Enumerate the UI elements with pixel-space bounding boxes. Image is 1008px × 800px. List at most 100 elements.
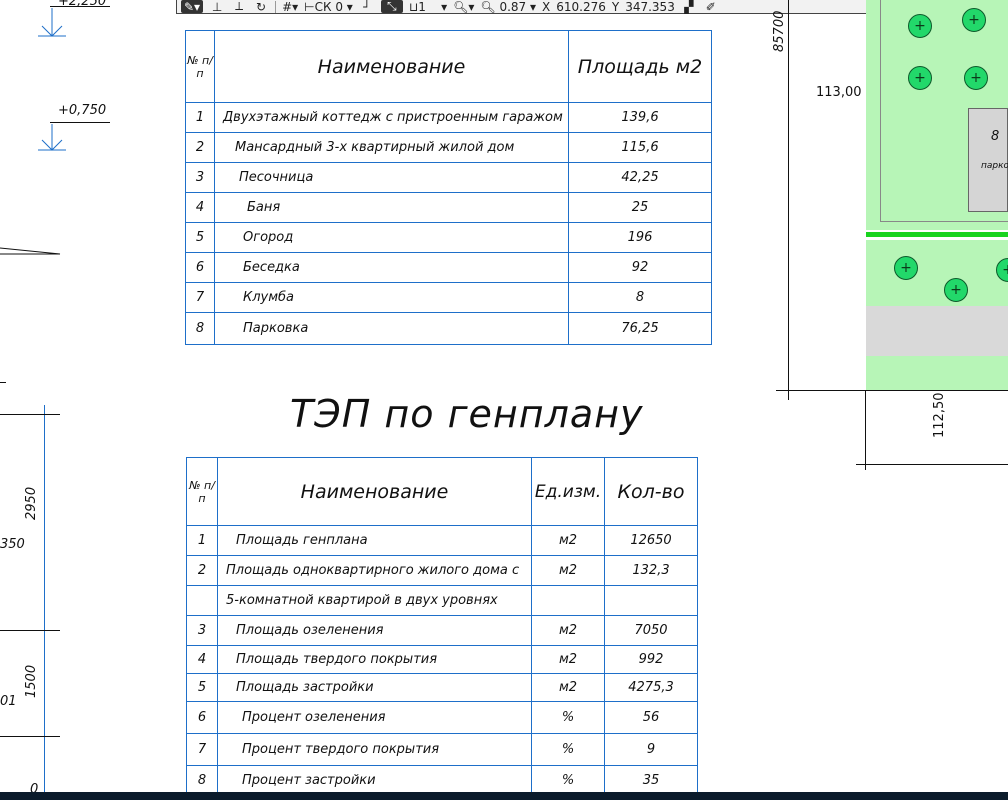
layer-icon: ⊔ — [408, 0, 419, 14]
zoom-window-icon[interactable]: 🔍︎▾ — [453, 0, 474, 14]
layer-select[interactable]: ⊔ 1 ▾ — [408, 0, 448, 14]
slope-triangle — [0, 247, 61, 255]
row-name: Баня — [214, 192, 569, 223]
building-number: 8 — [991, 129, 1000, 144]
building-label: парков — [981, 161, 1008, 171]
col-area-header: Площадь м2 — [568, 30, 712, 103]
tree-icon: + — [962, 8, 986, 32]
col-name-header: Наименование — [214, 30, 569, 103]
row-num: 4 — [186, 645, 218, 674]
table-row[interactable]: 3 Площадь озеленения м2 7050 — [186, 615, 698, 646]
dim-2950: 2950 — [24, 486, 39, 520]
row-qty: 132,3 — [604, 555, 698, 586]
ortho-icon[interactable]: ⟂ — [231, 0, 247, 13]
row-num: 3 — [186, 615, 218, 646]
tep-table: № п/п Наименование Ед.изм. Кол-во 1 Площ… — [186, 457, 698, 796]
green-zone — [866, 240, 1008, 306]
dim-01: 01 — [0, 694, 17, 709]
chevron-down-icon: ▾ — [342, 0, 353, 14]
dimension-tick — [0, 414, 60, 415]
row-area: 8 — [568, 282, 712, 313]
row-area: 92 — [568, 252, 712, 283]
table-row[interactable]: 7 Процент твердого покрытия % 9 — [186, 733, 698, 766]
row-name: Огород — [214, 222, 569, 253]
col-num-header: № п/п — [185, 30, 215, 103]
table-row[interactable]: 2 Площадь одноквартирного жилого дома с … — [186, 555, 698, 586]
elevation-mark: 112,50 — [932, 392, 947, 439]
tree-icon: + — [908, 14, 932, 38]
chevron-down-icon: ▾ — [425, 0, 448, 14]
tree-icon: + — [964, 66, 988, 90]
table-row[interactable]: 3 Песочница 42,25 — [185, 162, 712, 193]
row-qty: 9 — [604, 733, 698, 766]
row-num: 2 — [185, 132, 215, 163]
table-row[interactable]: 7 Клумба 8 — [185, 282, 712, 313]
row-name: Процент застройки — [217, 765, 532, 796]
chevron-down-icon: ▾ — [526, 0, 536, 14]
baseline — [776, 390, 1008, 391]
coord-label-top: 85700 — [772, 10, 787, 52]
row-area: 139,6 — [568, 102, 712, 133]
row-unit: м2 — [531, 555, 605, 586]
eyedropper-icon[interactable]: ✐ — [703, 0, 719, 14]
row-num: 8 — [186, 765, 218, 796]
row-num: 5 — [185, 222, 215, 253]
dimension-tick — [0, 736, 60, 737]
coordinate-system-select[interactable]: ⊢ СК 0 ▾ — [304, 0, 353, 14]
row-num: 8 — [185, 312, 215, 345]
bracket-icon[interactable]: ┘ — [359, 0, 375, 14]
table-row[interactable]: 8 Процент застройки % 35 — [186, 765, 698, 796]
table-row[interactable]: 4 Баня 25 — [185, 192, 712, 223]
row-num: 5 — [186, 673, 218, 702]
status-icon[interactable]: ▞ — [681, 0, 697, 14]
hedge-line — [866, 232, 1008, 237]
dim-1500: 1500 — [24, 664, 39, 698]
snap-icon[interactable]: ⊥ — [209, 0, 225, 14]
dimension-tick — [0, 630, 60, 631]
zoom-value: 0.87 — [499, 0, 527, 14]
row-name: Мансардный 3-х квартирный жилой дом — [214, 132, 569, 163]
grid-icon[interactable]: #▾ — [282, 0, 298, 14]
row-qty: 56 — [604, 701, 698, 734]
zoom-select[interactable]: 🔍︎ 0.87 ▾ — [480, 0, 536, 14]
row-name: Процент озеленения — [217, 701, 532, 734]
areas-table: № п/п Наименование Площадь м2 1 Двухэтаж… — [185, 30, 712, 345]
layer-tool-button[interactable]: ⤡ — [380, 0, 403, 13]
table-header-row: № п/п Наименование Ед.изм. Кол-во — [186, 457, 698, 526]
axis-line — [865, 390, 866, 470]
row-unit: % — [531, 765, 605, 796]
table-row[interactable]: 8 Парковка 76,25 — [185, 312, 712, 345]
rotate-icon[interactable]: ↻ — [253, 0, 269, 14]
level-line — [50, 6, 110, 7]
table-row[interactable]: 4 Площадь твердого покрытия м2 992 — [186, 645, 698, 674]
table-row[interactable]: 6 Беседка 92 — [185, 252, 712, 283]
pen-tool-button[interactable]: ✎▾ — [181, 0, 204, 14]
level-mark-mid: +0,750 — [58, 103, 107, 118]
row-num: 1 — [186, 525, 218, 556]
table-row[interactable]: 1 Площадь генплана м2 12650 — [186, 525, 698, 556]
bottom-status-bar — [0, 792, 1008, 800]
table-header-row: № п/п Наименование Площадь м2 — [185, 30, 712, 103]
row-name: Клумба — [214, 282, 569, 313]
level-arrow-icon — [38, 124, 66, 151]
level-arrow-icon — [38, 8, 66, 37]
table-row[interactable]: 6 Процент озеленения % 56 — [186, 701, 698, 734]
parking-building[interactable]: 8 парков — [968, 108, 1008, 212]
table-row[interactable]: 5 Площадь застройки м2 4275,3 — [186, 673, 698, 702]
row-area: 196 — [568, 222, 712, 253]
row-unit: м2 — [531, 645, 605, 674]
table-row[interactable]: 5 Огород 196 — [185, 222, 712, 253]
table-row[interactable]: 1 Двухэтажный коттедж с пристроенным гар… — [185, 102, 712, 133]
y-coord-label: Y — [611, 0, 620, 14]
row-name: Парковка — [214, 312, 569, 345]
row-name: Площадь одноквартирного жилого дома с — [217, 555, 532, 586]
row-unit: % — [531, 701, 605, 734]
row-unit — [531, 585, 605, 616]
row-num: 1 — [185, 102, 215, 133]
tep-title: ТЭП по генплану — [290, 392, 644, 436]
table-row[interactable]: 2 Мансардный 3-х квартирный жилой дом 11… — [185, 132, 712, 163]
row-name: Площадь озеленения — [217, 615, 532, 646]
row-qty: 4275,3 — [604, 673, 698, 702]
row-name: Песочница — [214, 162, 569, 193]
table-row[interactable]: 5-комнатной квартирой в двух уровнях — [186, 585, 698, 616]
